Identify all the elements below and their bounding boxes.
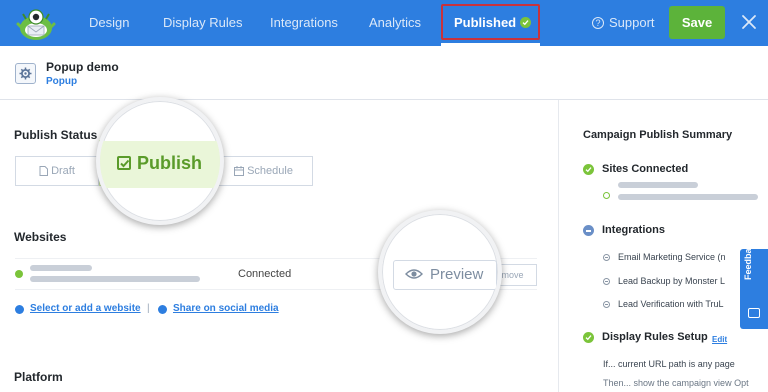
platform-heading: Platform (14, 370, 63, 384)
gear-icon[interactable] (15, 63, 36, 84)
support-label: Support (609, 15, 655, 30)
status-dot-icon (15, 270, 23, 278)
schedule-label: Schedule (247, 165, 293, 177)
websites-heading: Websites (14, 230, 67, 244)
display-rules-heading: Display Rules Setup (602, 331, 708, 343)
integration-item[interactable]: Lead Verification with TruL (618, 299, 724, 309)
redacted-site-url (30, 276, 200, 282)
campaign-type-label: Popup (46, 76, 78, 87)
question-circle-icon: ? (592, 16, 604, 29)
pending-icon (603, 278, 610, 285)
integration-item[interactable]: Email Marketing Service (n (618, 252, 726, 262)
preview-label: Preview (430, 266, 484, 283)
redacted-site-name (618, 182, 698, 188)
pending-icon (603, 301, 610, 308)
tab-design[interactable]: Design (89, 0, 129, 46)
campaign-title: Popup demo (46, 60, 119, 74)
display-rule-condition: If... current URL path is any page (603, 359, 735, 369)
link-separator: | (147, 303, 150, 314)
tab-published-label: Published (454, 15, 517, 30)
integration-item[interactable]: Lead Backup by Monster L (618, 276, 725, 286)
plus-circle-icon (15, 305, 24, 314)
integrations-heading: Integrations (602, 224, 665, 236)
tab-integrations[interactable]: Integrations (270, 0, 338, 46)
sites-connected-heading: Sites Connected (602, 163, 689, 175)
schedule-button[interactable]: Schedule (214, 156, 313, 186)
calendar-icon (234, 166, 245, 177)
publish-button[interactable]: Publish (117, 153, 202, 174)
support-link[interactable]: ? Support (592, 0, 655, 46)
publish-magnifier-callout: Publish (96, 97, 224, 225)
draft-label: Draft (51, 165, 75, 177)
document-icon (39, 166, 49, 177)
display-rule-action: Then... show the campaign view Opt (603, 378, 749, 388)
preview-button[interactable]: Preview (393, 260, 497, 290)
tab-published[interactable]: Published (454, 0, 532, 46)
publish-summary-panel (558, 100, 768, 392)
summary-title: Campaign Publish Summary (583, 129, 733, 141)
check-circle-icon (583, 164, 594, 175)
redacted-site-url (618, 194, 758, 200)
connection-status: Connected (238, 268, 292, 280)
close-icon[interactable] (740, 12, 758, 32)
save-button[interactable]: Save (669, 6, 725, 39)
draft-button[interactable]: Draft (15, 156, 99, 186)
minus-circle-icon (583, 225, 594, 236)
edit-display-rules-link[interactable]: Edit (712, 335, 727, 344)
redacted-site-name (30, 265, 92, 271)
feedback-label: Feedback (743, 238, 753, 280)
publish-status-heading: Publish Status (14, 128, 98, 142)
site-check-icon (603, 192, 610, 199)
check-circle-icon (520, 17, 532, 29)
publish-label: Publish (137, 153, 203, 173)
tab-analytics[interactable]: Analytics (369, 0, 421, 46)
check-circle-icon (583, 332, 594, 343)
eye-icon (405, 269, 423, 279)
checkbox-check-icon (117, 156, 131, 170)
tab-display-rules[interactable]: Display Rules (163, 0, 242, 46)
share-social-link[interactable]: Share on social media (173, 303, 279, 314)
top-nav-bar: Design Display Rules Integrations Analyt… (0, 0, 768, 46)
optinmonster-logo-icon[interactable] (14, 4, 58, 42)
share-circle-icon (158, 305, 167, 314)
pending-icon (603, 254, 610, 261)
add-website-link[interactable]: Select or add a website (30, 303, 141, 314)
preview-magnifier-callout: Preview (378, 210, 502, 334)
chat-icon (748, 308, 760, 318)
campaign-header: Popup demo Popup (0, 46, 768, 100)
